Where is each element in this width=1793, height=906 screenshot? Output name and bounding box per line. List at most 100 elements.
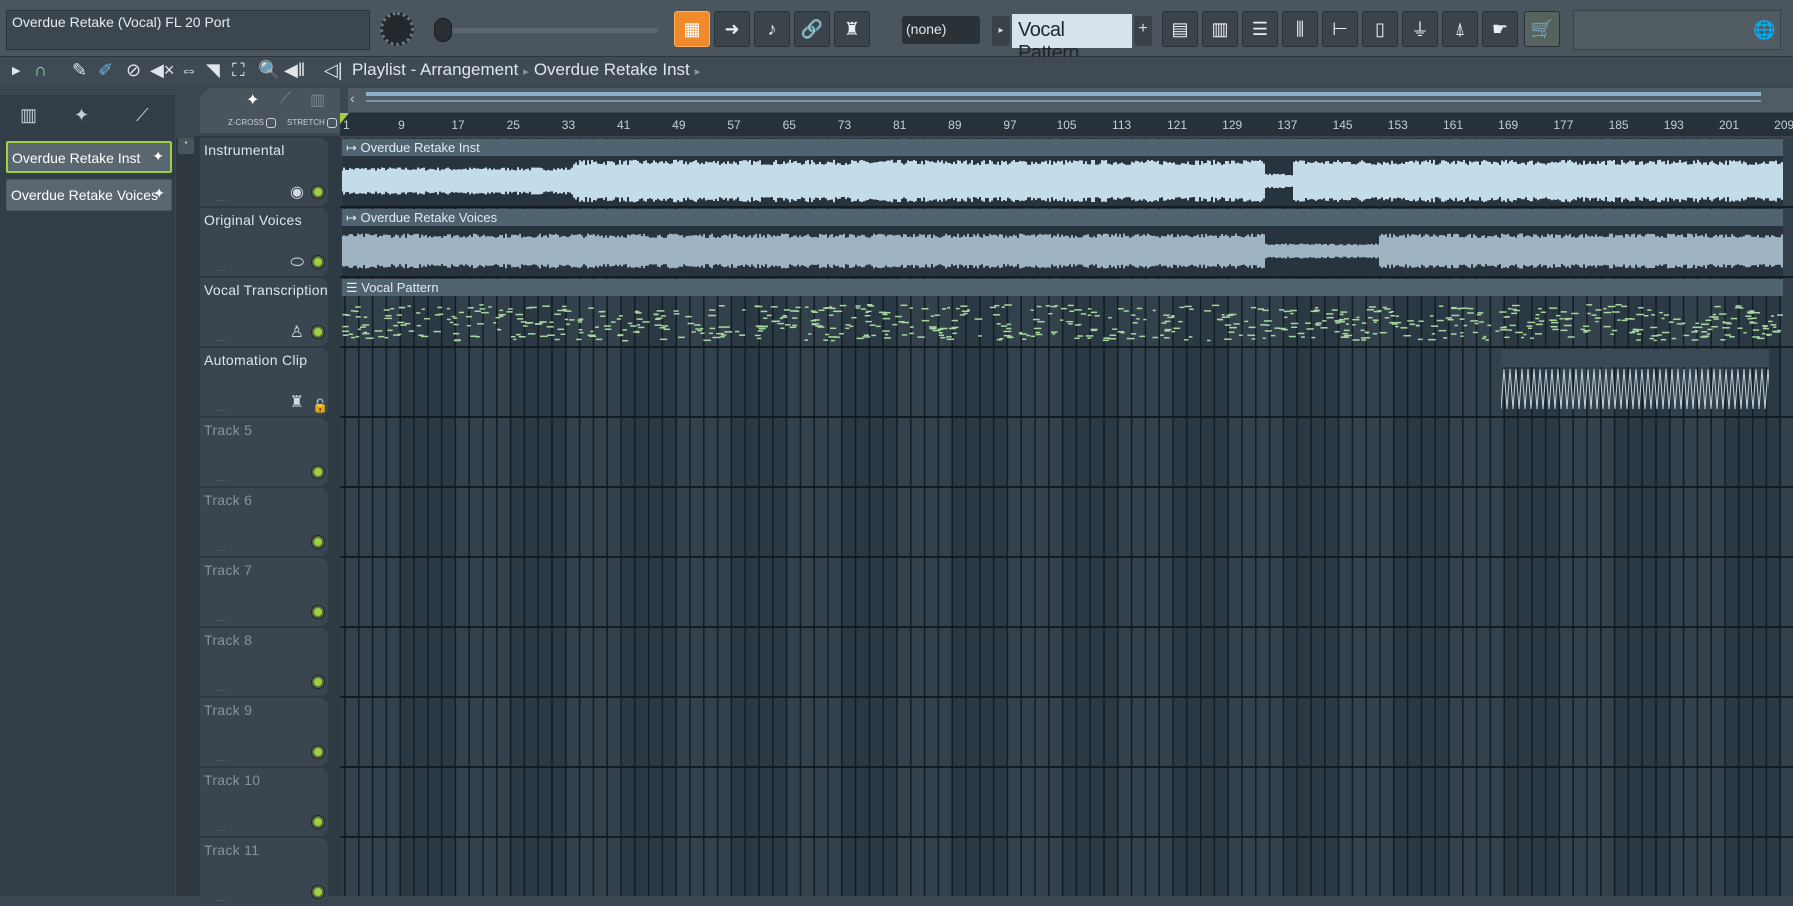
magnet-icon[interactable]: ∩ xyxy=(34,60,47,81)
track-header[interactable]: Instrumental... ◉ xyxy=(200,138,328,206)
arrow-icon: ➜ xyxy=(724,18,740,39)
playlist-grid[interactable]: ↦ Overdue Retake Inst ↦ Overdue Retake Vo… xyxy=(340,138,1793,896)
automation-icon[interactable]: ⟋ xyxy=(280,90,291,108)
audio-clip[interactable]: ↦ Overdue Retake Voices xyxy=(342,209,1784,276)
piano-roll-button[interactable]: ▤ xyxy=(1162,11,1198,47)
master-volume-knob[interactable] xyxy=(380,12,414,46)
clip-header[interactable]: ☰ Vocal Pattern xyxy=(342,279,1784,296)
pattern-menu-button[interactable]: ▸ xyxy=(992,16,1010,46)
track-mute-led[interactable] xyxy=(312,186,324,198)
piano-roll-icon: ▤ xyxy=(1171,18,1189,39)
tempo-button[interactable]: ⍋ xyxy=(1442,11,1478,47)
track-mute-led[interactable] xyxy=(312,466,324,478)
picker-scrollbar[interactable] xyxy=(176,138,194,896)
piano-icon[interactable]: ▥ xyxy=(310,90,325,110)
globe-icon[interactable]: 🌐 xyxy=(1753,20,1775,41)
brush-icon[interactable]: ✐ xyxy=(98,60,113,81)
track-header[interactable]: Track 9... xyxy=(200,698,328,766)
pattern-selector[interactable]: Vocal Pattern xyxy=(1012,14,1132,64)
pattern-clip[interactable]: ☰ Vocal Pattern xyxy=(342,279,1784,346)
playlist-button[interactable]: ▦ xyxy=(674,11,710,47)
master-pitch-slider[interactable] xyxy=(440,28,658,33)
document-button[interactable]: ▯ xyxy=(1362,11,1398,47)
breadcrumb: Playlist - Arrangement ▸ Overdue Retake In… xyxy=(352,60,705,80)
track-dots: ... xyxy=(217,473,226,484)
mute-icon[interactable]: ◀× xyxy=(150,60,174,81)
track-header[interactable]: Track 5... xyxy=(200,418,328,486)
track-mute-led[interactable] xyxy=(312,816,324,828)
track-header[interactable]: Vocal Transcription... ♙ xyxy=(200,278,328,346)
track-mute-led[interactable] xyxy=(312,676,324,688)
ruler-tick: 33 xyxy=(561,118,576,132)
browser-panels-button[interactable]: ☰ xyxy=(1242,11,1278,47)
track-mute-led[interactable] xyxy=(312,326,324,338)
delete-icon[interactable]: ⊘ xyxy=(126,60,141,81)
ruler-tick: 121 xyxy=(1166,118,1188,132)
audio-wave-icon: ✦ xyxy=(153,185,165,201)
hand-button[interactable]: ☛ xyxy=(1482,11,1518,47)
plugin-button[interactable]: ⏚ xyxy=(1402,11,1438,47)
speaker-icon[interactable]: ◁| xyxy=(324,60,343,81)
audio-tab-icon[interactable]: ✦ xyxy=(74,105,89,126)
track-mute-led[interactable] xyxy=(312,886,324,898)
track-mute-led[interactable] xyxy=(312,606,324,618)
slice-icon[interactable]: ◥ xyxy=(206,60,220,81)
scroll-left-icon[interactable]: ‹ xyxy=(350,90,355,106)
knob-button[interactable]: ♜ xyxy=(834,11,870,47)
track-mute-led[interactable] xyxy=(312,536,324,548)
track-mute-led[interactable] xyxy=(312,746,324,758)
shop-button[interactable]: 🛒 xyxy=(1524,11,1560,47)
track-name: Track 8 xyxy=(204,632,253,648)
track-mute-led[interactable] xyxy=(312,256,324,268)
breadcrumb-item[interactable]: Overdue Retake Inst xyxy=(534,60,690,79)
track-icon: ♙ xyxy=(289,324,304,341)
slip-icon[interactable]: ⇔ xyxy=(180,60,198,81)
clip-icon: ↦ xyxy=(346,210,357,225)
track-icon: ⬭ xyxy=(290,254,304,271)
stretch-checkbox[interactable]: STRETCH xyxy=(287,118,337,128)
zoom-icon[interactable]: 🔍 xyxy=(258,60,280,81)
channel-rack-button[interactable]: ▥ xyxy=(1202,11,1238,47)
plugin-picker-button[interactable]: ⊢ xyxy=(1322,11,1358,47)
scroll-button[interactable]: ▪ xyxy=(178,138,194,154)
track-header[interactable]: Track 8... xyxy=(200,628,328,696)
picker-item[interactable]: Overdue Retake Voices ✦ xyxy=(6,179,172,211)
plugin-icon: ⏚ xyxy=(1411,20,1429,40)
track-header[interactable]: Automation Clip... ♜ 🔓 xyxy=(200,348,328,416)
add-pattern-button[interactable]: + xyxy=(1134,16,1152,46)
track-header[interactable]: Original Voices... ⬭ xyxy=(200,208,328,276)
track-dots: ... xyxy=(217,683,226,694)
automation-clip[interactable] xyxy=(1501,349,1770,416)
playback-icon[interactable]: ◀‖ xyxy=(284,60,305,81)
clip-header[interactable]: ↦ Overdue Retake Inst xyxy=(342,139,1784,156)
browser-panels-icon: ☰ xyxy=(1251,18,1269,39)
automation-curve xyxy=(1501,349,1770,410)
slider-thumb[interactable] xyxy=(434,18,452,42)
lock-icon[interactable]: 🔓 xyxy=(312,398,328,413)
clip-icon: ☰ xyxy=(346,280,358,295)
overview-handle[interactable] xyxy=(366,92,1761,96)
playhead-marker[interactable] xyxy=(340,113,349,124)
clip-header[interactable]: ↦ Overdue Retake Voices xyxy=(342,209,1784,226)
track-header[interactable]: Track 10... xyxy=(200,768,328,836)
link-button[interactable]: 🔗 xyxy=(794,11,830,47)
track-header[interactable]: Track 7... xyxy=(200,558,328,626)
patterns-tab-icon[interactable]: ▥ xyxy=(20,105,37,126)
mixer-target-select[interactable]: (none) xyxy=(902,16,980,44)
breadcrumb-item[interactable]: Playlist - Arrangement xyxy=(352,60,518,79)
track-header[interactable]: Track 6... xyxy=(200,488,328,556)
mixer-button[interactable]: ⫼ xyxy=(1282,11,1318,47)
step-button[interactable]: ♪ xyxy=(754,11,790,47)
audio-clip[interactable]: ↦ Overdue Retake Inst xyxy=(342,139,1784,206)
audio-wave-icon[interactable]: ✦ xyxy=(246,90,259,110)
picker-item-label: Overdue Retake Voices xyxy=(11,187,159,203)
ruler-tick: 185 xyxy=(1608,118,1629,132)
pencil-icon[interactable]: ✎ xyxy=(72,60,87,81)
arrow-button[interactable]: ➜ xyxy=(714,11,750,47)
z-cross-checkbox[interactable]: Z-CROSS xyxy=(228,118,276,128)
select-icon[interactable]: ⛶ xyxy=(232,60,245,81)
menu-arrow-icon[interactable]: ▶ xyxy=(12,64,20,77)
shop-icon: 🛒 xyxy=(1530,18,1554,39)
picker-item[interactable]: Overdue Retake Inst ✦ xyxy=(6,141,172,173)
automation-tab-icon[interactable]: ⟋ xyxy=(136,105,149,126)
